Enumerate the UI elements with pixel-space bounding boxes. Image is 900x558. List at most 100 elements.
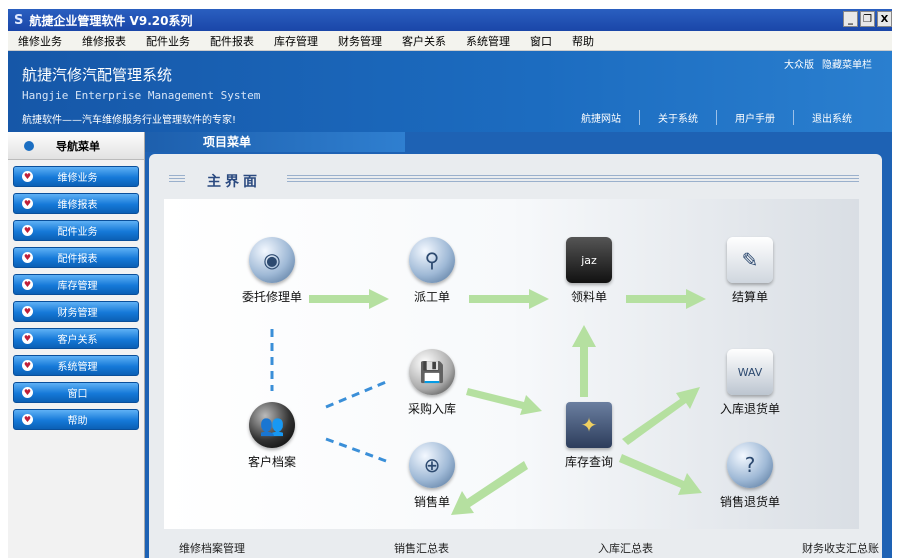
safe-icon: ⊕ bbox=[409, 442, 455, 488]
menu-item[interactable]: 系统管理 bbox=[456, 33, 520, 49]
edition-label: 大众版 bbox=[784, 60, 814, 71]
heart-icon: ♥ bbox=[22, 279, 33, 290]
node-label: 结算单 bbox=[731, 290, 768, 304]
help-icon: ? bbox=[727, 442, 773, 488]
nav-label: 维修业务 bbox=[57, 173, 98, 184]
menu-item[interactable]: 配件业务 bbox=[136, 33, 200, 49]
menu-item[interactable]: 帮助 bbox=[562, 33, 604, 49]
manual-link[interactable]: 用户手册 bbox=[716, 110, 793, 125]
tab-project-menu[interactable]: 项目菜单 bbox=[145, 132, 405, 152]
bottom-link[interactable]: 财务收支汇总账 bbox=[802, 540, 879, 556]
heart-icon: ♥ bbox=[22, 171, 33, 182]
menu-item[interactable]: 配件报表 bbox=[200, 33, 264, 49]
nav-label: 库存管理 bbox=[57, 281, 98, 292]
nav-item[interactable]: ♥ 维修报表 bbox=[13, 193, 139, 214]
window-title: 航捷企业管理软件 V9.20系列 bbox=[29, 13, 193, 28]
node-caigou[interactable]: 💾 采购入库 bbox=[382, 349, 482, 417]
node-xiaoshoutuihuo[interactable]: ? 销售退货单 bbox=[700, 442, 800, 510]
node-label: 销售退货单 bbox=[719, 495, 780, 509]
inventory-icon: ✦ bbox=[566, 402, 612, 448]
nav-item[interactable]: ♥ 帮助 bbox=[13, 409, 139, 430]
node-label: 销售单 bbox=[413, 495, 450, 509]
menu-item[interactable]: 维修报表 bbox=[72, 33, 136, 49]
flow-canvas: ◉ 委托修理单 ⚲ 派工单 jaz 领料单 ✎ 结算单 💾 采购入库 👥 客户档案 ✦ 库存查… bbox=[164, 199, 859, 529]
heart-icon: ♥ bbox=[22, 360, 33, 371]
menu-bar: 维修业务 维修报表 配件业务 配件报表 库存管理 财务管理 客户关系 系统管理 … bbox=[8, 31, 892, 51]
restore-button[interactable]: ❐ bbox=[860, 11, 875, 27]
nav-label: 窗口 bbox=[67, 389, 88, 400]
bottom-link[interactable]: 入库汇总表 bbox=[598, 540, 653, 556]
heart-icon: ♥ bbox=[22, 414, 33, 425]
about-link[interactable]: 关于系统 bbox=[639, 110, 716, 125]
jaz-icon: jaz bbox=[566, 237, 612, 283]
heart-icon: ♥ bbox=[22, 306, 33, 317]
floppy-icon: 💾 bbox=[409, 349, 455, 395]
node-rukutuihuo[interactable]: WAV 入库退货单 bbox=[700, 349, 800, 417]
nav-item[interactable]: ♥ 财务管理 bbox=[13, 301, 139, 322]
nav-item[interactable]: ♥ 窗口 bbox=[13, 382, 139, 403]
node-weituo[interactable]: ◉ 委托修理单 bbox=[222, 237, 322, 305]
node-label: 库存查询 bbox=[564, 455, 613, 469]
nav-item[interactable]: ♥ 系统管理 bbox=[13, 355, 139, 376]
menu-item[interactable]: 维修业务 bbox=[8, 33, 72, 49]
page-title: 主界面 bbox=[207, 174, 261, 190]
close-button[interactable]: X bbox=[877, 11, 892, 27]
node-label: 入库退货单 bbox=[719, 402, 780, 416]
nav-item[interactable]: ♥ 配件报表 bbox=[13, 247, 139, 268]
node-xiaoshou[interactable]: ⊕ 销售单 bbox=[382, 442, 482, 510]
exit-link[interactable]: 退出系统 bbox=[793, 110, 870, 125]
heart-icon: ♥ bbox=[22, 198, 33, 209]
notepad-icon: ✎ bbox=[727, 237, 773, 283]
node-kucun[interactable]: ✦ 库存查询 bbox=[539, 402, 639, 470]
globe-doc-icon: ◉ bbox=[249, 237, 295, 283]
node-label: 委托修理单 bbox=[241, 290, 302, 304]
title-bar: S 航捷企业管理软件 V9.20系列 _ ❐ X bbox=[8, 9, 892, 31]
menu-item[interactable]: 财务管理 bbox=[328, 33, 392, 49]
dashed-link bbox=[325, 437, 387, 463]
app-logo-icon: S bbox=[14, 12, 24, 28]
nav-icon bbox=[24, 140, 34, 151]
node-label: 派工单 bbox=[413, 290, 450, 304]
node-label: 客户档案 bbox=[247, 455, 296, 469]
node-label: 领料单 bbox=[570, 290, 607, 304]
users-icon: 👥 bbox=[249, 402, 295, 448]
nav-label: 财务管理 bbox=[57, 308, 98, 319]
bottom-link[interactable]: 销售汇总表 bbox=[394, 540, 449, 556]
nav-item[interactable]: ♥ 库存管理 bbox=[13, 274, 139, 295]
title-decoration bbox=[287, 175, 859, 184]
heart-icon: ♥ bbox=[22, 252, 33, 263]
slogan: 航捷软件——汽车维修服务行业管理软件的专家! bbox=[22, 115, 237, 126]
main-panel: 主界面 ◉ 委托修理单 ⚲ 派工单 jaz 领料单 ✎ 结算单 💾 采购入库 👥… bbox=[149, 154, 882, 558]
dashed-link bbox=[325, 380, 387, 409]
bottom-link[interactable]: 维修档案管理 bbox=[179, 540, 245, 556]
node-kehu[interactable]: 👥 客户档案 bbox=[222, 402, 322, 470]
nav-label: 维修报表 bbox=[57, 200, 98, 211]
nav-label: 系统管理 bbox=[57, 362, 98, 373]
system-title: 航捷汽修汽配管理系统 bbox=[22, 66, 173, 84]
heart-icon: ♥ bbox=[22, 387, 33, 398]
nav-item[interactable]: ♥ 维修业务 bbox=[13, 166, 139, 187]
website-link[interactable]: 航捷网站 bbox=[563, 110, 639, 125]
menu-item[interactable]: 库存管理 bbox=[264, 33, 328, 49]
menu-item[interactable]: 窗口 bbox=[520, 33, 562, 49]
menu-item[interactable]: 客户关系 bbox=[392, 33, 456, 49]
heart-icon: ♥ bbox=[22, 225, 33, 236]
nav-item[interactable]: ♥ 配件业务 bbox=[13, 220, 139, 241]
nav-sidebar: 导航菜单 ♥ 维修业务 ♥ 维修报表 ♥ 配件业务 ♥ 配件报表 ♥ 库存管理 ♥ 财务管理… bbox=[8, 132, 145, 558]
search-doc-icon: ⚲ bbox=[409, 237, 455, 283]
node-label: 采购入库 bbox=[407, 402, 456, 416]
nav-label: 配件报表 bbox=[57, 254, 98, 265]
banner: 航捷汽修汽配管理系统 Hangjie Enterprise Management… bbox=[8, 51, 892, 132]
nav-item[interactable]: ♥ 客户关系 bbox=[13, 328, 139, 349]
arrow-icon bbox=[572, 325, 596, 397]
system-subtitle: Hangjie Enterprise Management System bbox=[22, 89, 261, 102]
nav-label: 帮助 bbox=[67, 416, 88, 427]
nav-title: 导航菜单 bbox=[56, 139, 100, 153]
heart-icon: ♥ bbox=[22, 333, 33, 344]
node-jiesuan[interactable]: ✎ 结算单 bbox=[700, 237, 800, 305]
node-paigong[interactable]: ⚲ 派工单 bbox=[382, 237, 482, 305]
nav-label: 客户关系 bbox=[57, 335, 98, 346]
node-lingliao[interactable]: jaz 领料单 bbox=[539, 237, 639, 305]
minimize-button[interactable]: _ bbox=[843, 11, 858, 27]
hide-menu-link[interactable]: 隐藏菜单栏 bbox=[822, 56, 872, 71]
